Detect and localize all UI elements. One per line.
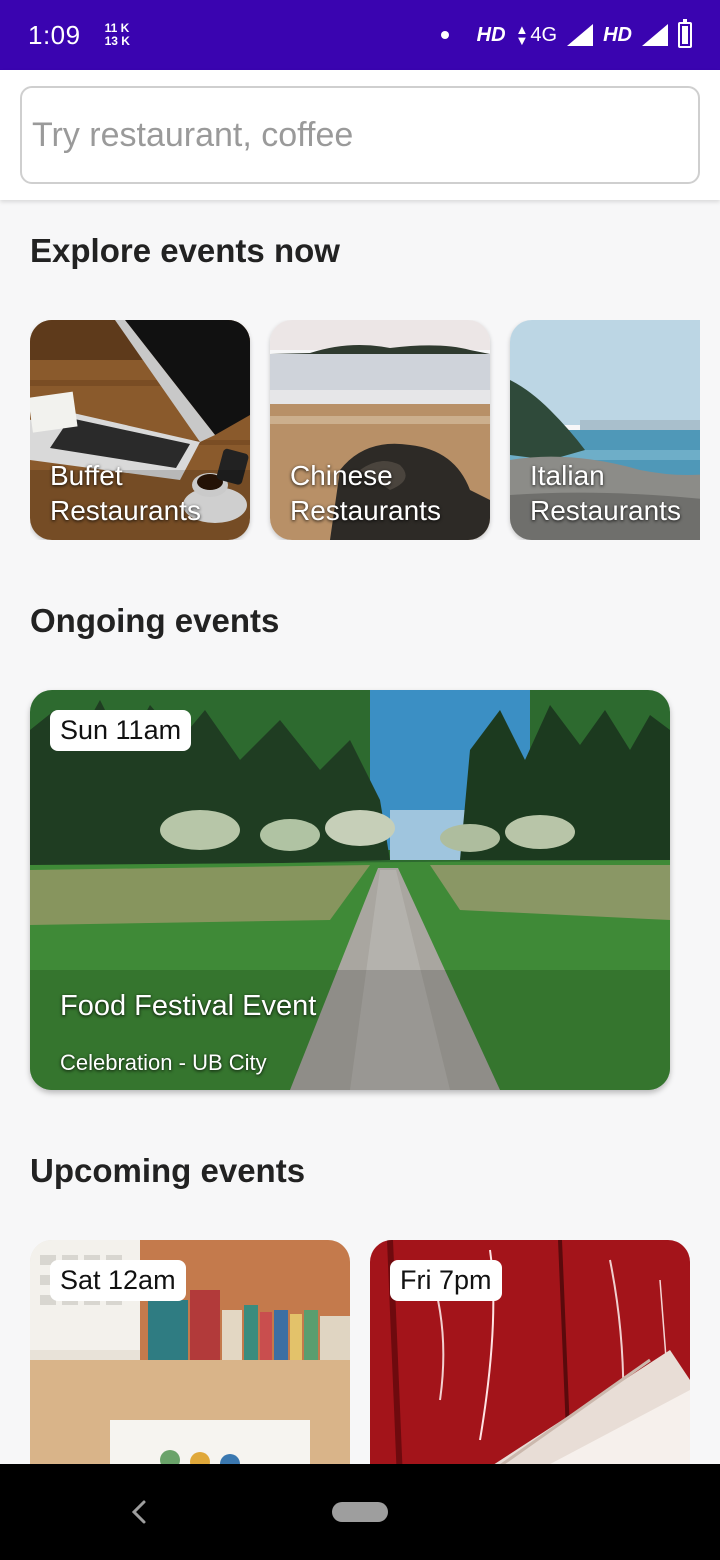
- explore-title: Explore events now: [30, 232, 340, 269]
- status-time: 1:09: [28, 19, 81, 50]
- category-carousel[interactable]: Buffet Restaurants Chinese Restaurants I…: [30, 320, 700, 540]
- category-label: Buffet Restaurants: [50, 460, 201, 526]
- hd-label: HD: [476, 23, 506, 46]
- network-type: ▲ ▼ 4G: [515, 22, 558, 48]
- signal-icon: [567, 24, 594, 46]
- notification-dot-icon: [440, 31, 449, 39]
- event-time-badge: Fri 7pm: [390, 1260, 502, 1301]
- battery-icon: [678, 19, 692, 48]
- signal-icon-2: [642, 24, 668, 46]
- category-card-italian[interactable]: Italian Restaurants: [510, 320, 700, 540]
- ongoing-title: Ongoing events: [30, 602, 280, 639]
- search-header: [0, 70, 720, 200]
- status-bar: 1:09 11 K 13 K HD ▲ ▼ 4G HD: [0, 0, 720, 70]
- category-label: Italian Restaurants: [530, 460, 681, 526]
- event-title: Food Festival Event: [60, 990, 317, 1022]
- speed-down: 13 K: [104, 34, 130, 48]
- ongoing-event-card[interactable]: Sun 11am Food Festival Event Celebration…: [30, 690, 670, 1090]
- home-pill-icon[interactable]: [332, 1502, 388, 1522]
- system-nav-bar: [0, 1464, 720, 1560]
- upcoming-event-card[interactable]: Fri 7pm: [370, 1240, 690, 1480]
- status-icons: HD ▲ ▼ 4G HD: [440, 19, 692, 48]
- network-speed: 11 K 13 K: [105, 22, 130, 48]
- upcoming-title: Upcoming events: [30, 1152, 306, 1189]
- category-card-chinese[interactable]: Chinese Restaurants: [270, 320, 490, 540]
- hd-label-2: HD: [603, 23, 632, 46]
- back-icon[interactable]: [128, 1498, 150, 1526]
- category-card-buffet[interactable]: Buffet Restaurants: [30, 320, 250, 540]
- upcoming-event-card[interactable]: Sat 12am: [30, 1240, 350, 1480]
- network-type-label: 4G: [530, 23, 558, 46]
- data-arrows-icon: ▲ ▼: [515, 22, 529, 48]
- search-input[interactable]: [20, 86, 700, 184]
- category-label: Chinese Restaurants: [290, 460, 441, 526]
- event-time-badge: Sun 11am: [50, 710, 192, 751]
- event-time-badge: Sat 12am: [50, 1260, 186, 1301]
- event-subtitle: Celebration - UB City: [60, 1050, 267, 1075]
